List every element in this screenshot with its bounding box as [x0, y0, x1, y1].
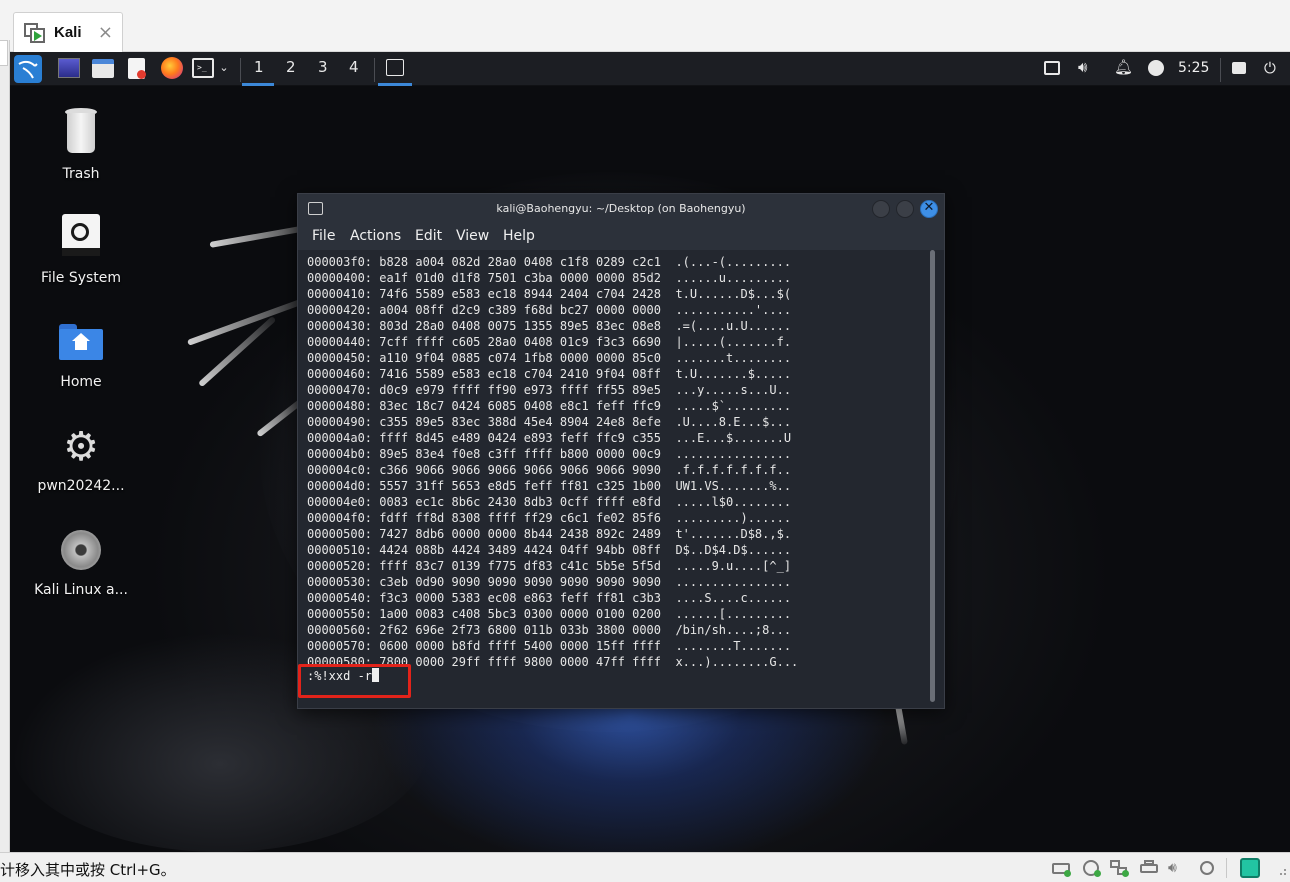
resize-grip-icon[interactable]	[1272, 861, 1288, 877]
hexdump-line: 00000570: 0600 0000 b8fd ffff 5400 0000 …	[307, 639, 792, 653]
hexdump-line: 00000460: 7416 5589 e583 ec18 c704 2410 …	[307, 367, 792, 381]
message-log-icon[interactable]	[1240, 858, 1260, 878]
hexdump-line: 00000400: ea1f 01d0 d1f8 7501 c3ba 0000 …	[307, 271, 792, 285]
usb-controller-icon[interactable]	[1198, 860, 1216, 876]
active-workspace-indicator	[242, 83, 274, 86]
cd-drive-icon[interactable]	[1082, 860, 1101, 877]
close-button[interactable]: ✕	[920, 200, 938, 218]
terminal-scrollbar[interactable]	[929, 250, 937, 702]
hexdump-line: 000003f0: b828 a004 082d 28a0 0408 c1f8 …	[307, 255, 792, 269]
workspace-3[interactable]: 3	[318, 58, 328, 76]
terminal-output[interactable]: 000003f0: b828 a004 082d 28a0 0408 c1f8 …	[298, 250, 944, 708]
desktop-icon-home[interactable]: Home	[21, 324, 141, 404]
drive-icon	[62, 214, 100, 256]
screen: Kali × >_ ⌄ 1 2 3 4 🔊︎ 🔔︎ 5:25 ⏻ Trash F…	[0, 0, 1290, 882]
desktop-icon-file-system[interactable]: File System	[21, 214, 141, 294]
desktop-icon-kali-linux[interactable]: Kali Linux a...	[21, 530, 141, 610]
hexdump-line: 00000520: ffff 83c7 0139 f775 df83 c41c …	[307, 559, 792, 573]
vm-tab-kali[interactable]: Kali ×	[13, 12, 123, 52]
close-icon: ✕	[923, 200, 935, 215]
trash-icon	[62, 108, 100, 154]
menu-file[interactable]: File	[312, 228, 335, 244]
scrollbar-thumb[interactable]	[930, 250, 935, 702]
host-status-bar: 计移入其中或按 Ctrl+G。 🔊︎	[0, 852, 1290, 882]
hexdump-line: 00000450: a110 9f04 0885 c074 1fb8 0000 …	[307, 351, 792, 365]
hexdump-line: 00000430: 803d 28a0 0408 0075 1355 89e5 …	[307, 319, 792, 333]
hexdump-line: 00000530: c3eb 0d90 9090 9090 9090 9090 …	[307, 575, 792, 589]
hexdump-line: 00000440: 7cff ffff c605 28a0 0408 01c9 …	[307, 335, 792, 349]
taskbar-active-indicator	[378, 83, 412, 86]
command-highlight-annotation	[298, 664, 411, 698]
network-icon[interactable]	[1044, 61, 1060, 75]
file-manager-icon[interactable]	[92, 59, 114, 78]
menu-help[interactable]: Help	[503, 228, 535, 244]
clock[interactable]: 5:25	[1178, 60, 1209, 76]
hexdump-line: 00000550: 1a00 0083 c408 5bc3 0300 0000 …	[307, 607, 792, 621]
menu-actions[interactable]: Actions	[350, 228, 401, 244]
taskbar-terminal-window-icon[interactable]	[386, 59, 404, 76]
hexdump-line: 00000480: 83ec 18c7 0424 6085 0408 e8c1 …	[307, 399, 792, 413]
hexdump-line: 000004c0: c366 9066 9066 9066 9066 9066 …	[307, 463, 792, 477]
wallpaper-spike	[895, 704, 908, 745]
hexdump-line: 000004f0: fdff ff8d 8308 ffff ff29 c6c1 …	[307, 511, 792, 525]
desktop-icon-label: Kali Linux a...	[34, 582, 128, 598]
hard-disk-icon[interactable]	[1052, 860, 1071, 877]
host-tab-bar: Kali ×	[0, 0, 1290, 52]
hexdump-line: 00000420: a004 08ff d2c9 c389 f68d bc27 …	[307, 303, 792, 317]
hexdump-line: 00000540: f3c3 0000 5383 ec08 e863 feff …	[307, 591, 792, 605]
network-adapter-icon[interactable]	[1110, 860, 1129, 877]
desktop-icon-label: File System	[40, 270, 122, 286]
hexdump-line: 000004a0: ffff 8d45 e489 0424 e893 feff …	[307, 431, 792, 445]
hexdump-line: 000004b0: 89e5 83e4 f0e8 c3ff ffff b800 …	[307, 447, 792, 461]
text-editor-icon[interactable]	[128, 58, 146, 79]
volume-icon[interactable]: 🔊︎	[1078, 58, 1098, 78]
terminal-icon[interactable]: >_	[192, 58, 214, 78]
show-desktop-icon[interactable]	[58, 58, 80, 78]
workspace-2[interactable]: 2	[286, 58, 296, 76]
hexdump-line: 00000410: 74f6 5589 e583 ec18 8944 2404 …	[307, 287, 792, 301]
menu-view[interactable]: View	[456, 228, 489, 244]
hexdump-line: 00000500: 7427 8db6 0000 0000 8b44 2438 …	[307, 527, 792, 541]
minimize-button[interactable]	[872, 200, 890, 218]
sound-card-icon[interactable]: 🔊︎	[1168, 860, 1186, 876]
hexdump-line: 00000490: c355 89e5 83ec 388d 45e4 8904 …	[307, 415, 792, 429]
status-hint-text: 计移入其中或按 Ctrl+G。	[0, 861, 176, 879]
terminal-menubar: File Actions Edit View Help	[298, 224, 944, 250]
hexdump-line: 000004d0: 5557 31ff 5653 e8d5 feff ff81 …	[307, 479, 792, 493]
top-panel: >_ ⌄ 1 2 3 4 🔊︎ 🔔︎ 5:25 ⏻	[10, 52, 1290, 86]
home-folder-icon	[59, 324, 103, 360]
hexdump-line: 000004e0: 0083 ec1c 8b6c 2430 8db3 0cff …	[307, 495, 792, 509]
terminal-title: kali@Baohengyu: ~/Desktop (on Baohengyu)	[496, 202, 746, 215]
terminal-titlebar[interactable]: kali@Baohengyu: ~/Desktop (on Baohengyu)…	[298, 194, 944, 224]
maximize-button[interactable]	[896, 200, 914, 218]
workspace-4[interactable]: 4	[349, 58, 359, 76]
hexdump-line: 00000510: 4424 088b 4424 3489 4424 04ff …	[307, 543, 792, 557]
desktop-icon-pwn[interactable]: ⚙ pwn20242...	[21, 426, 141, 506]
power-manager-icon[interactable]	[1148, 60, 1164, 76]
notification-bell-icon[interactable]: 🔔︎	[1114, 58, 1133, 78]
menu-edit[interactable]: Edit	[415, 228, 442, 244]
printer-icon[interactable]	[1140, 860, 1158, 876]
hexdump-output: 000003f0: b828 a004 082d 28a0 0408 c1f8 …	[307, 254, 798, 670]
kali-menu-icon[interactable]	[14, 55, 42, 83]
firefox-icon[interactable]	[161, 57, 183, 79]
desktop-icon-label: Trash	[62, 166, 100, 182]
gear-icon: ⚙	[63, 424, 99, 470]
vm-running-icon	[24, 22, 46, 43]
desktop-icon-label: Home	[60, 374, 102, 390]
desktop-icon-trash[interactable]: Trash	[21, 108, 141, 188]
terminal-window[interactable]: kali@Baohengyu: ~/Desktop (on Baohengyu)…	[297, 193, 945, 709]
hexdump-line: 00000470: d0c9 e979 ffff ff90 e973 ffff …	[307, 383, 792, 397]
logout-icon[interactable]: ⏻	[1264, 59, 1282, 77]
close-icon[interactable]: ×	[98, 22, 113, 43]
host-sidebar-collapsed[interactable]	[0, 40, 10, 852]
lock-icon[interactable]	[1232, 62, 1246, 74]
vm-tab-label: Kali	[54, 24, 82, 41]
workspace-1[interactable]: 1	[254, 58, 264, 76]
disc-icon	[61, 530, 101, 570]
desktop-icon-label: pwn20242...	[37, 478, 125, 494]
hexdump-line: 00000560: 2f62 696e 2f73 6800 011b 033b …	[307, 623, 792, 637]
kali-desktop: >_ ⌄ 1 2 3 4 🔊︎ 🔔︎ 5:25 ⏻ Trash File Sys…	[10, 52, 1290, 852]
chevron-down-icon[interactable]: ⌄	[217, 61, 231, 75]
